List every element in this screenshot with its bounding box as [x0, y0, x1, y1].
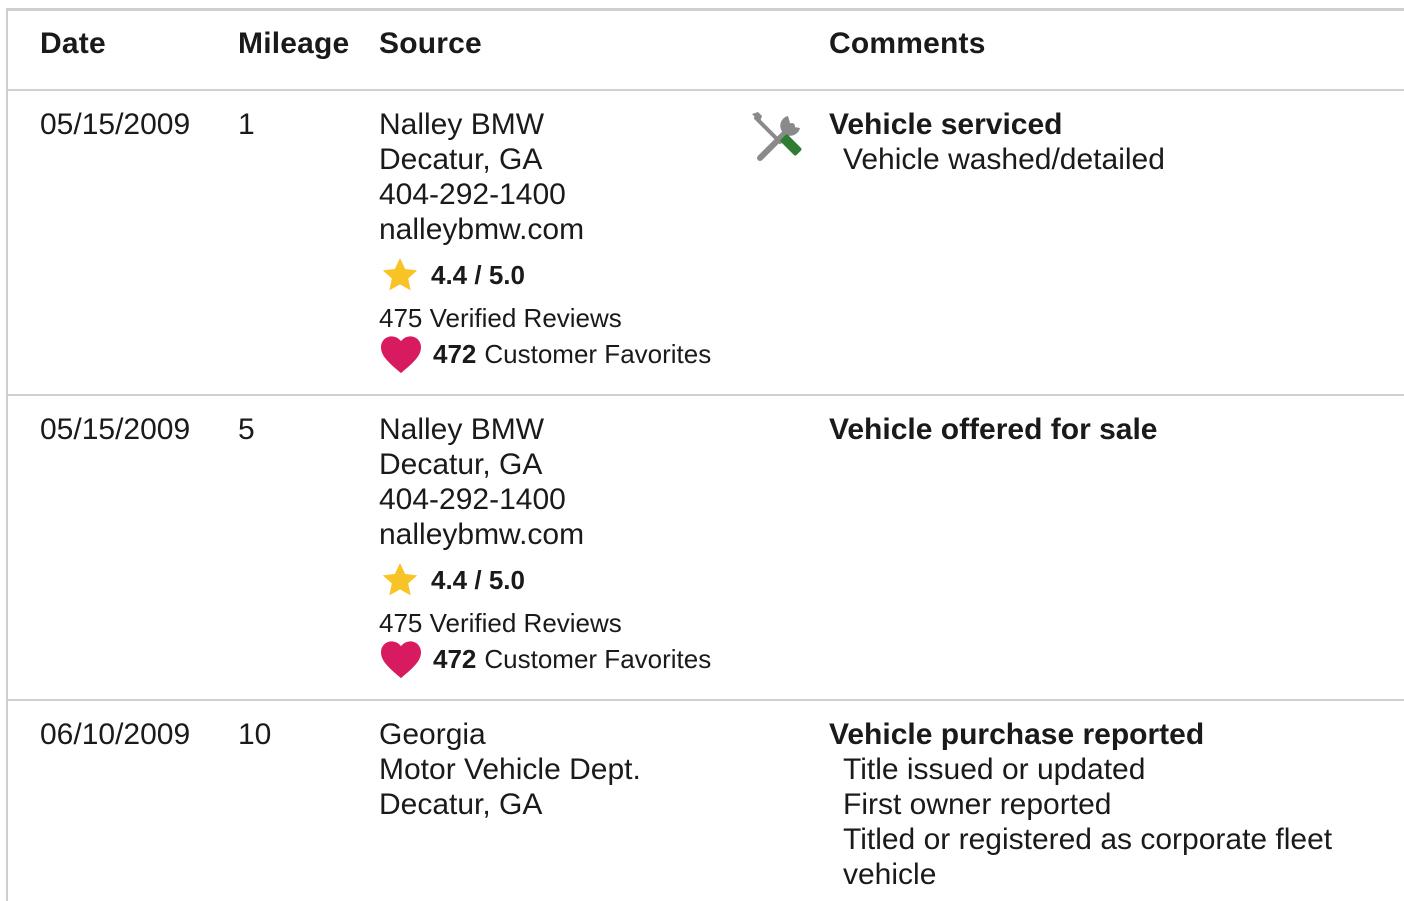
comment-line: Vehicle washed/detailed — [843, 143, 1165, 176]
row-date: 05/15/2009 — [40, 413, 191, 446]
source-website-link[interactable]: nalleybmw.com — [379, 212, 749, 247]
star-icon — [382, 258, 418, 291]
source-location: Decatur, GA — [379, 448, 543, 481]
favorites-label: Customer Favorites — [484, 643, 712, 674]
source-phone[interactable]: 404-292-1400 — [379, 482, 749, 517]
customer-favorites: 472 Customer Favorites — [379, 639, 711, 679]
header-comments: Comments — [829, 27, 986, 60]
dealer-rating: 4.4 / 5.0 — [379, 560, 525, 600]
table-row: 05/15/2009 1 Nalley BMW Decatur, GA 404-… — [8, 91, 1404, 396]
comment-line: Title issued or updated — [843, 753, 1146, 786]
row-comments: Vehicle purchase reported Title issued o… — [829, 717, 1332, 892]
favorites-label: Customer Favorites — [484, 338, 712, 369]
row-source: Georgia Motor Vehicle Dept. Decatur, GA — [379, 717, 749, 822]
source-name: Georgia — [379, 718, 486, 751]
comment-line: First owner reported — [843, 788, 1112, 821]
service-tools-icon — [752, 112, 802, 161]
verified-reviews-link[interactable]: 475 Verified Reviews — [379, 606, 622, 641]
dealer-rating: 4.4 / 5.0 — [379, 255, 525, 295]
table-header: Date Mileage Source Comments — [8, 11, 1404, 91]
row-source: Nalley BMW Decatur, GA 404-292-1400 nall… — [379, 412, 749, 697]
rating-value: 4.4 / 5.0 — [431, 259, 525, 290]
source-website-link[interactable]: nalleybmw.com — [379, 517, 749, 552]
heart-icon — [381, 641, 421, 679]
customer-favorites: 472 Customer Favorites — [379, 334, 711, 374]
source-department: Motor Vehicle Dept. — [379, 753, 641, 786]
source-location: Decatur, GA — [379, 788, 543, 821]
favorites-count: 472 — [433, 643, 477, 674]
row-mileage: 5 — [238, 413, 255, 446]
source-phone[interactable]: 404-292-1400 — [379, 177, 749, 212]
row-mileage: 1 — [238, 108, 255, 141]
header-mileage: Mileage — [238, 27, 350, 60]
source-name: Nalley BMW — [379, 108, 545, 141]
comment-title: Vehicle purchase reported — [829, 718, 1205, 751]
favorites-count: 472 — [433, 338, 477, 369]
table-row: 06/10/2009 10 Georgia Motor Vehicle Dept… — [8, 701, 1404, 901]
comment-title: Vehicle offered for sale — [829, 413, 1158, 446]
star-icon — [382, 563, 418, 596]
row-comments: Vehicle offered for sale — [829, 412, 1157, 447]
comment-line: vehicle — [843, 858, 937, 891]
row-mileage: 10 — [238, 718, 272, 751]
table-row: 05/15/2009 5 Nalley BMW Decatur, GA 404-… — [8, 396, 1404, 701]
row-source: Nalley BMW Decatur, GA 404-292-1400 nall… — [379, 107, 749, 392]
row-date: 05/15/2009 — [40, 108, 191, 141]
row-comments: Vehicle serviced Vehicle washed/detailed — [829, 107, 1165, 177]
rating-value: 4.4 / 5.0 — [431, 564, 525, 595]
heart-icon — [381, 336, 421, 374]
source-location: Decatur, GA — [379, 143, 543, 176]
row-date: 06/10/2009 — [40, 718, 191, 751]
header-source: Source — [379, 27, 482, 60]
comment-line: Titled or registered as corporate fleet — [843, 823, 1333, 856]
comment-title: Vehicle serviced — [829, 108, 1063, 141]
source-name: Nalley BMW — [379, 413, 545, 446]
verified-reviews-link[interactable]: 475 Verified Reviews — [379, 301, 622, 336]
header-date: Date — [40, 27, 106, 60]
